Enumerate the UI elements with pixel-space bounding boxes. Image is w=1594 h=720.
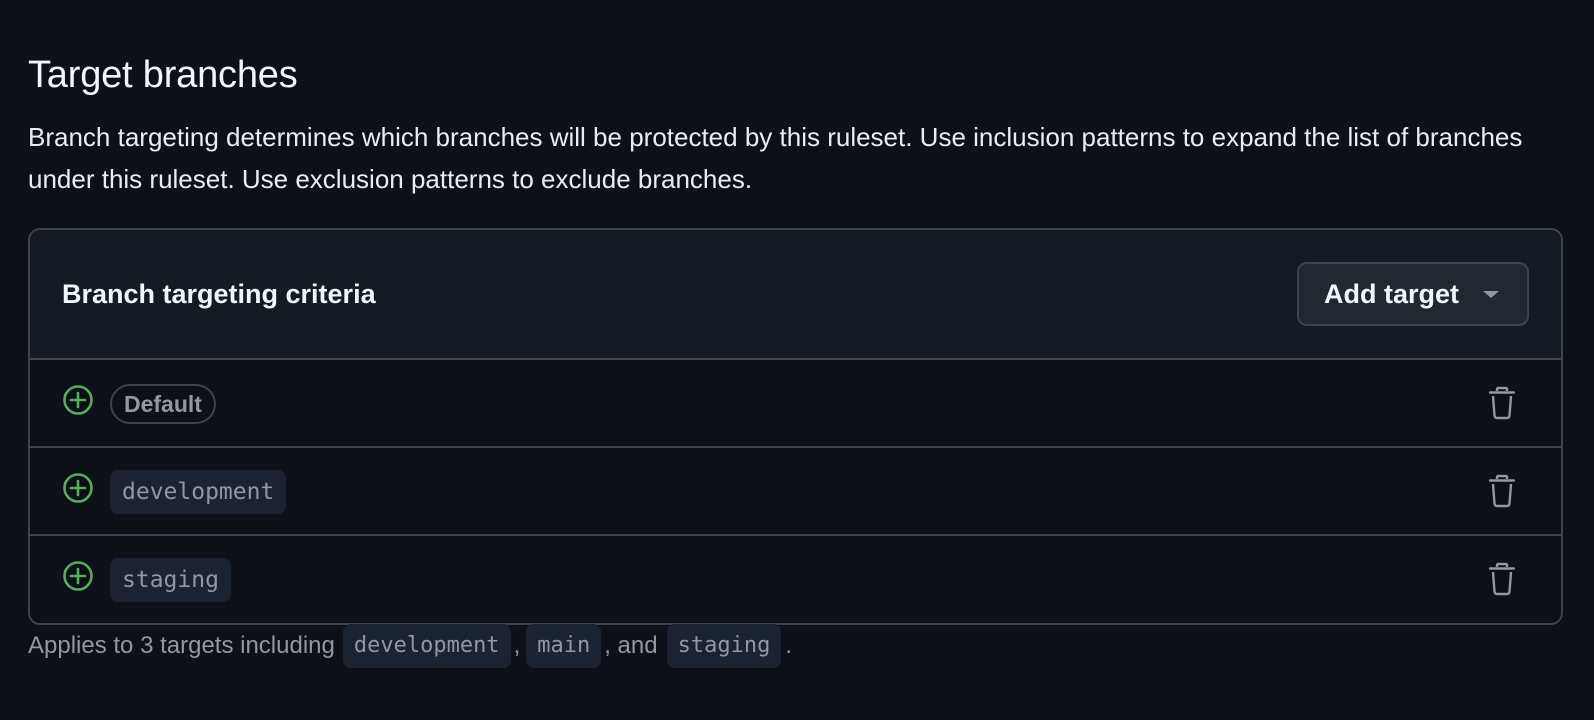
target-label-development: development	[110, 470, 287, 514]
plus-circle-icon	[63, 385, 93, 415]
trash-icon[interactable]	[1487, 562, 1517, 596]
target-branches-section: Target branches Branch targeting determi…	[28, 52, 1564, 200]
target-label-default: Default	[110, 384, 216, 424]
section-title: Target branches	[28, 54, 298, 96]
summary-and: , and	[604, 632, 658, 659]
trash-icon[interactable]	[1487, 386, 1517, 420]
summary-target-main: main	[526, 624, 602, 668]
criteria-title: Branch targeting criteria	[62, 278, 376, 309]
summary-target-staging: staging	[666, 624, 782, 668]
section-description: Branch targeting determines which branch…	[28, 122, 1523, 194]
add-target-label: Add target	[1324, 278, 1459, 309]
branch-targeting-criteria-box: Branch targeting criteria Add target Def…	[28, 228, 1563, 625]
plus-circle-icon	[63, 561, 93, 591]
plus-circle-icon	[63, 473, 93, 503]
summary-target-development: development	[342, 624, 511, 668]
summary-period: .	[785, 632, 792, 659]
caret-down-icon	[1483, 290, 1499, 298]
target-row-default: Default	[30, 360, 1561, 448]
target-row-staging: staging	[30, 536, 1561, 623]
target-row-development: development	[30, 448, 1561, 536]
summary-prefix: Applies to 3 targets including	[28, 632, 335, 659]
target-label-staging: staging	[110, 558, 231, 602]
criteria-header: Branch targeting criteria Add target	[30, 230, 1561, 360]
add-target-button[interactable]: Add target	[1297, 262, 1529, 326]
summary-comma: ,	[513, 632, 521, 659]
targets-summary: Applies to 3 targets including developme…	[28, 624, 792, 668]
trash-icon[interactable]	[1487, 474, 1517, 508]
